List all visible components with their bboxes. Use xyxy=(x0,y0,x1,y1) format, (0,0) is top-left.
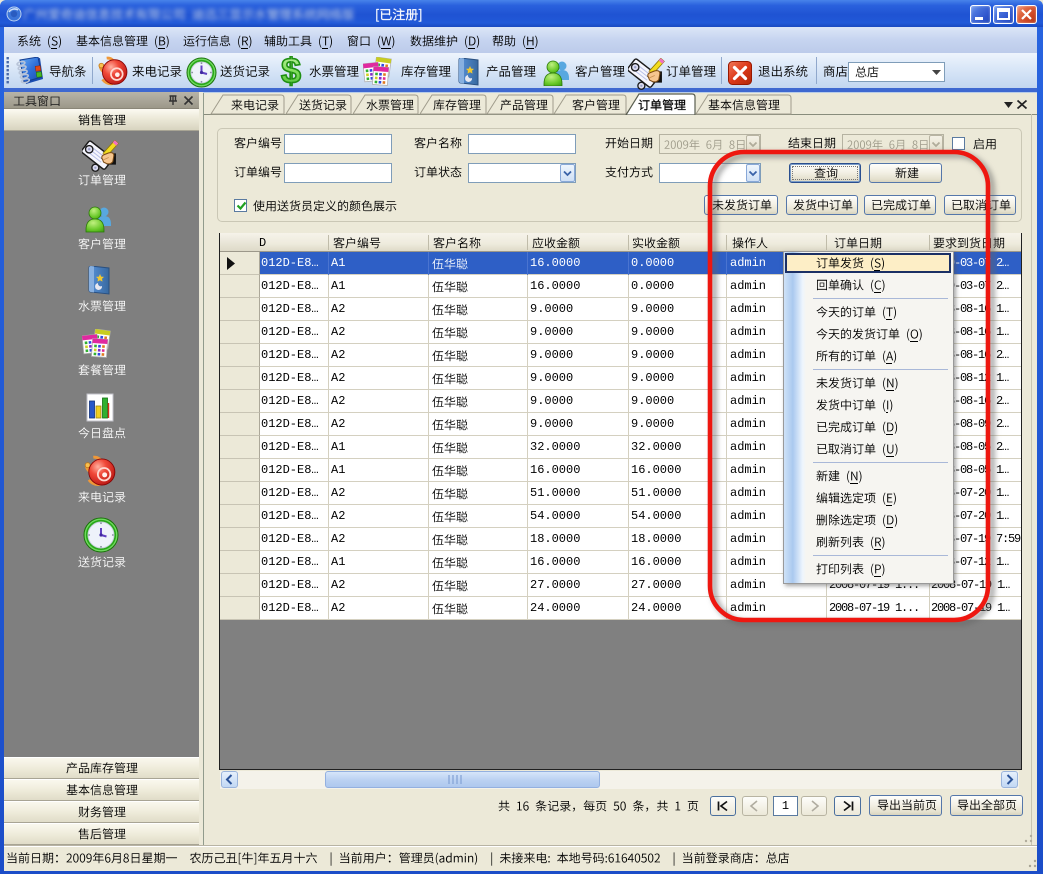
svg-text:$: $ xyxy=(281,56,301,88)
